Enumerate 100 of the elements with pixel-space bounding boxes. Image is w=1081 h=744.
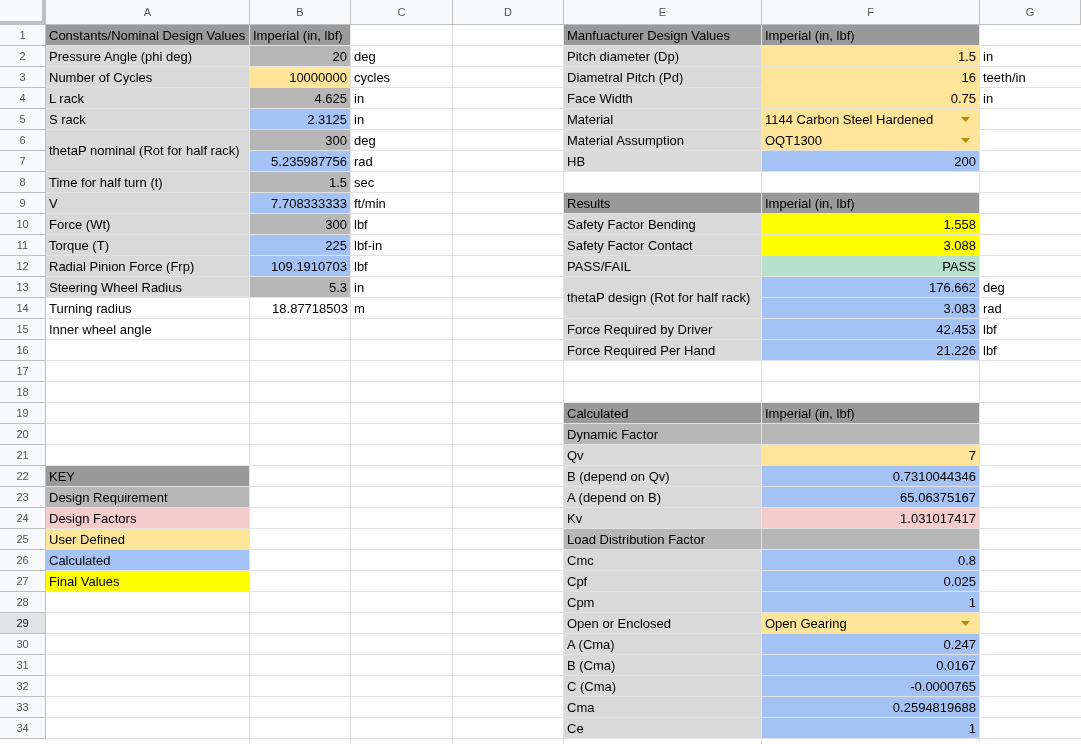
table-cell: Time for half turn (t) bbox=[46, 172, 250, 193]
table-cell: 42.453 bbox=[762, 319, 980, 340]
table-cell: Radial Pinion Force (Frp) bbox=[46, 256, 250, 277]
dropdown-cell[interactable]: Open Gearing bbox=[762, 613, 980, 634]
table-cell: 3.088 bbox=[762, 235, 980, 256]
row-header[interactable]: 25 bbox=[0, 529, 46, 550]
table-cell-text: lbf bbox=[353, 216, 369, 234]
table-cell: Diametral Pitch (Pd) bbox=[564, 67, 762, 88]
table-cell: Cpm bbox=[564, 592, 762, 613]
row-header[interactable]: 29 bbox=[0, 613, 46, 634]
table-cell: 7.708333333 bbox=[250, 193, 351, 214]
table-cell: Cpf bbox=[564, 571, 762, 592]
table-cell: 20 bbox=[250, 46, 351, 67]
row-header[interactable]: 9 bbox=[0, 193, 46, 214]
table-cell: Manfuacturer Design Values bbox=[564, 25, 762, 46]
row-header[interactable]: 18 bbox=[0, 382, 46, 403]
table-cell: 300 bbox=[250, 130, 351, 151]
table-cell: Force Required by Driver bbox=[564, 319, 762, 340]
table-cell: 1.558 bbox=[762, 214, 980, 235]
table-cell: Cma bbox=[564, 697, 762, 718]
table-cell: Dynamic Factor bbox=[564, 424, 762, 445]
table-cell: Pitch diameter (Dp) bbox=[564, 46, 762, 67]
row-header[interactable]: 30 bbox=[0, 634, 46, 655]
select-all-button[interactable] bbox=[0, 0, 46, 25]
row-header[interactable]: 7 bbox=[0, 151, 46, 172]
table-cell: 109.1910703 bbox=[250, 256, 351, 277]
table-cell-text: m bbox=[353, 300, 366, 318]
row-header[interactable]: 34 bbox=[0, 718, 46, 739]
table-cell: Torque (T) bbox=[46, 235, 250, 256]
row-header[interactable]: 14 bbox=[0, 298, 46, 319]
column-header[interactable]: B bbox=[250, 0, 351, 25]
table-cell-text: in bbox=[353, 90, 366, 108]
row-header[interactable]: 2 bbox=[0, 46, 46, 67]
table-cell: 300 bbox=[250, 214, 351, 235]
table-cell-text: teeth/in bbox=[982, 69, 1027, 87]
table-cell: PASS/FAIL bbox=[564, 256, 762, 277]
row-header[interactable]: 19 bbox=[0, 403, 46, 424]
table-cell: Safety Factor Contact bbox=[564, 235, 762, 256]
row-header[interactable]: 32 bbox=[0, 676, 46, 697]
row-header[interactable]: 24 bbox=[0, 508, 46, 529]
row-header[interactable]: 8 bbox=[0, 172, 46, 193]
table-cell: B (Cma) bbox=[564, 655, 762, 676]
row-header[interactable]: 10 bbox=[0, 214, 46, 235]
table-cell: A (Cma) bbox=[564, 634, 762, 655]
table-cell-text: lbf bbox=[982, 321, 998, 339]
table-cell: 3.083 bbox=[762, 298, 980, 319]
row-header[interactable]: 23 bbox=[0, 487, 46, 508]
table-cell: 4.625 bbox=[250, 88, 351, 109]
dropdown-cell[interactable]: 1144 Carbon Steel Hardened bbox=[762, 109, 980, 130]
table-cell-text: lbf bbox=[982, 342, 998, 360]
table-cell: 0.75 bbox=[762, 88, 980, 109]
table-cell: 1 bbox=[762, 592, 980, 613]
row-header[interactable]: 12 bbox=[0, 256, 46, 277]
column-header[interactable]: C bbox=[351, 0, 453, 25]
table-cell: Force (Wt) bbox=[46, 214, 250, 235]
column-header[interactable]: D bbox=[453, 0, 564, 25]
table-cell-text: Inner wheel angle bbox=[48, 321, 153, 339]
table-cell: Material bbox=[564, 109, 762, 130]
table-cell: 1.031017417 bbox=[762, 508, 980, 529]
row-header[interactable]: 6 bbox=[0, 130, 46, 151]
table-cell: Open or Enclosed bbox=[564, 613, 762, 634]
table-cell: Steering Wheel Radius bbox=[46, 277, 250, 298]
column-header[interactable]: F bbox=[762, 0, 980, 25]
table-cell-text: rad bbox=[353, 153, 374, 171]
row-header[interactable]: 3 bbox=[0, 67, 46, 88]
table-cell-text: Turning radius bbox=[48, 300, 133, 318]
table-cell: C (Cma) bbox=[564, 676, 762, 697]
row-header[interactable]: 26 bbox=[0, 550, 46, 571]
row-header[interactable]: 16 bbox=[0, 340, 46, 361]
row-header[interactable]: 21 bbox=[0, 445, 46, 466]
column-header[interactable]: E bbox=[564, 0, 762, 25]
dropdown-cell[interactable]: OQT1300 bbox=[762, 130, 980, 151]
caret-icon bbox=[961, 620, 970, 626]
row-header[interactable]: 15 bbox=[0, 319, 46, 340]
row-header[interactable]: 22 bbox=[0, 466, 46, 487]
column-header[interactable]: G bbox=[980, 0, 1081, 25]
row-header[interactable]: 17 bbox=[0, 361, 46, 382]
table-cell-text: in bbox=[982, 90, 995, 108]
row-header[interactable]: 33 bbox=[0, 697, 46, 718]
row-header[interactable]: 20 bbox=[0, 424, 46, 445]
table-cell-text: in bbox=[353, 279, 366, 297]
row-header[interactable]: 31 bbox=[0, 655, 46, 676]
column-header[interactable]: A bbox=[46, 0, 250, 25]
row-header[interactable]: 13 bbox=[0, 277, 46, 298]
row-header[interactable]: 1 bbox=[0, 25, 46, 46]
table-cell: Results bbox=[564, 193, 762, 214]
row-header[interactable]: 28 bbox=[0, 592, 46, 613]
table-cell: 200 bbox=[762, 151, 980, 172]
table-cell: 0.0167 bbox=[762, 655, 980, 676]
row-header[interactable]: 27 bbox=[0, 571, 46, 592]
table-cell: Safety Factor Bending bbox=[564, 214, 762, 235]
table-cell: Calculated bbox=[564, 403, 762, 424]
row-header[interactable]: 4 bbox=[0, 88, 46, 109]
table-cell-text: rad bbox=[982, 300, 1003, 318]
table-cell: 0.7310044346 bbox=[762, 466, 980, 487]
table-cell: Imperial (in, lbf) bbox=[762, 193, 980, 214]
row-header[interactable]: 11 bbox=[0, 235, 46, 256]
table-cell: 5.3 bbox=[250, 277, 351, 298]
table-cell: thetaP nominal (Rot for half rack) bbox=[46, 130, 250, 172]
row-header[interactable]: 5 bbox=[0, 109, 46, 130]
